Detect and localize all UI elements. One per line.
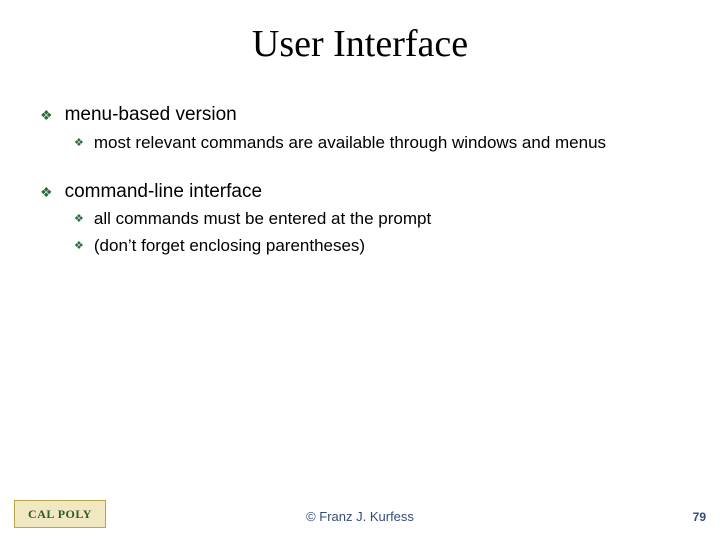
footer: CAL POLY © Franz J. Kurfess 79 [0, 490, 720, 530]
diamond-bullet-icon: ❖ [40, 185, 53, 199]
page-number: 79 [693, 510, 706, 524]
slide: User Interface ❖ menu-based version ❖ mo… [0, 0, 720, 540]
diamond-bullet-icon: ❖ [74, 214, 84, 225]
copyright-text: © Franz J. Kurfess [0, 509, 720, 524]
bullet-text: all commands must be entered at the prom… [94, 208, 431, 231]
bullet-text: most relevant commands are available thr… [94, 132, 606, 155]
list-item: ❖ all commands must be entered at the pr… [74, 208, 680, 231]
list-item: ❖ command-line interface [40, 179, 680, 205]
bullet-text: command-line interface [65, 179, 262, 205]
list-item: ❖ (don’t forget enclosing parentheses) [74, 235, 680, 258]
diamond-bullet-icon: ❖ [74, 138, 84, 149]
list-item: ❖ menu-based version [40, 102, 680, 128]
bullet-text: menu-based version [65, 102, 237, 128]
diamond-bullet-icon: ❖ [74, 241, 84, 252]
spacer [40, 159, 680, 173]
bullet-text: (don’t forget enclosing parentheses) [94, 235, 365, 258]
list-item: ❖ most relevant commands are available t… [74, 132, 680, 155]
slide-title: User Interface [0, 0, 720, 66]
slide-content: ❖ menu-based version ❖ most relevant com… [0, 66, 720, 258]
diamond-bullet-icon: ❖ [40, 108, 53, 122]
